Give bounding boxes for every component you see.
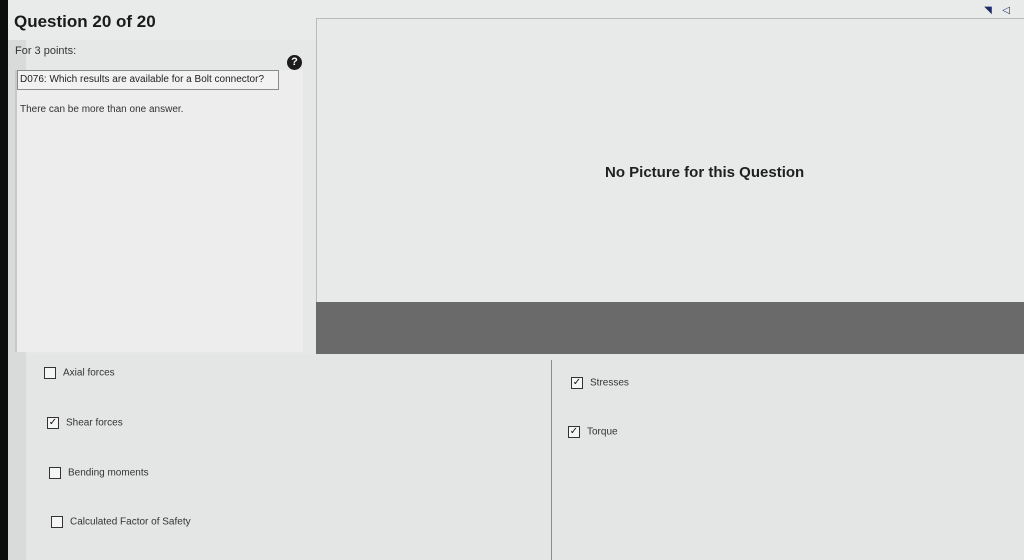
answer-calculated-factor-of-safety[interactable]: Calculated Factor of Safety [51, 516, 191, 528]
volume-icon[interactable]: ◁ [1002, 5, 1010, 16]
system-tray: ◥ ◁ [978, 0, 1010, 16]
screen-bezel [0, 0, 8, 560]
question-panel: D076: Which results are available for a … [15, 70, 303, 352]
answers-area [26, 354, 1024, 560]
wifi-icon[interactable]: ◥ [984, 5, 992, 16]
answer-torque[interactable]: ✓ Torque [568, 426, 618, 438]
answer-axial-forces[interactable]: Axial forces [44, 367, 115, 379]
question-title: Question 20 of 20 [14, 12, 156, 31]
picture-footer-band [316, 302, 1024, 354]
checkbox-torque[interactable]: ✓ [568, 426, 580, 438]
answer-label: Axial forces [63, 367, 115, 379]
checkbox-stresses[interactable]: ✓ [571, 377, 583, 389]
answer-label: Calculated Factor of Safety [70, 516, 191, 528]
answer-label: Shear forces [66, 417, 123, 429]
checkbox-bending-moments[interactable] [49, 467, 61, 479]
picture-area: No Picture for this Question [316, 18, 1024, 303]
answer-label: Bending moments [68, 467, 149, 479]
help-icon[interactable]: ? [287, 55, 302, 70]
answer-label: Torque [587, 426, 618, 438]
points-label: For 3 points: [15, 45, 77, 57]
answer-bending-moments[interactable]: Bending moments [49, 467, 149, 479]
checkbox-shear-forces[interactable]: ✓ [47, 417, 59, 429]
answer-shear-forces[interactable]: ✓ Shear forces [47, 417, 123, 429]
answer-label: Stresses [590, 377, 629, 389]
answers-divider [551, 360, 552, 560]
checkbox-axial-forces[interactable] [44, 367, 56, 379]
question-hint: There can be more than one answer. [20, 104, 184, 115]
checkbox-calculated-factor-of-safety[interactable] [51, 516, 63, 528]
no-picture-message: No Picture for this Question [605, 164, 805, 181]
question-text: D076: Which results are available for a … [17, 70, 279, 90]
answer-stresses[interactable]: ✓ Stresses [571, 377, 629, 389]
